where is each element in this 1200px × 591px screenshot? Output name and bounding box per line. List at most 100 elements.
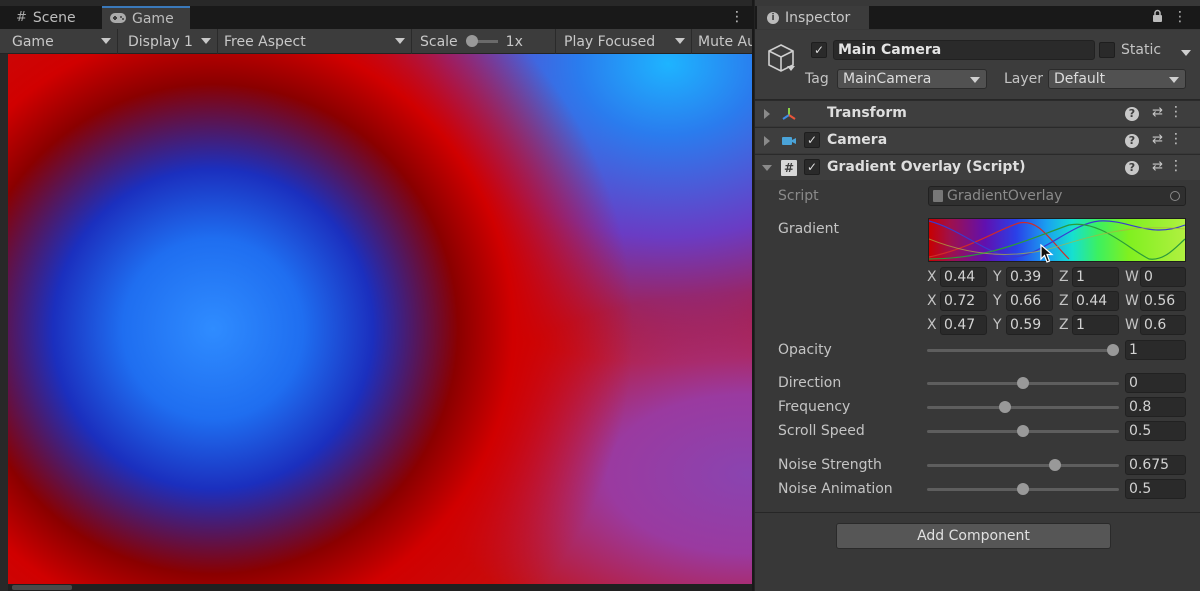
slider-knob[interactable] (1048, 459, 1061, 471)
axis-z-label: Z (1059, 293, 1069, 309)
gradient-preview[interactable] (928, 218, 1186, 262)
property-value-field[interactable]: 0.675 (1125, 455, 1186, 475)
property-value-field[interactable]: 0.5 (1125, 421, 1186, 441)
property-slider[interactable] (927, 425, 1119, 437)
object-name-field[interactable]: Main Camera (833, 40, 1095, 60)
property-value: 0 (1129, 375, 1138, 391)
foldout-arrow-icon[interactable] (764, 109, 770, 119)
presets-sliders-icon[interactable]: ⇄ (1152, 105, 1163, 120)
vector-x-field[interactable]: 0.72 (940, 291, 987, 311)
scale-slider-knob[interactable] (465, 35, 478, 47)
tab-scene[interactable]: # Scene (8, 6, 100, 29)
active-checkbox[interactable]: ✓ (811, 42, 827, 58)
foldout-arrow-icon[interactable] (764, 136, 770, 146)
axis-w-label: W (1125, 293, 1139, 309)
foldout-arrow-icon[interactable] (762, 165, 772, 171)
more-vertical-icon[interactable]: ⋮ (730, 9, 744, 25)
vector-z-field[interactable]: 1 (1072, 267, 1119, 287)
tag-value: MainCamera (843, 71, 932, 87)
help-icon[interactable]: ? (1125, 161, 1139, 175)
property-row: Noise Strength 0.675 (755, 455, 1200, 477)
vector-z-field[interactable]: 1 (1072, 315, 1119, 335)
vector-x-field[interactable]: 0.44 (940, 267, 987, 287)
icon-dropdown-caret[interactable] (787, 66, 795, 71)
more-vertical-icon[interactable]: ⋮ (1173, 9, 1187, 25)
presets-sliders-icon[interactable]: ⇄ (1152, 159, 1163, 174)
object-picker-icon[interactable] (1170, 191, 1180, 201)
property-value-field[interactable]: 0.5 (1125, 479, 1186, 499)
chevron-down-icon (970, 77, 980, 83)
scale-label: Scale (420, 33, 458, 50)
vector-w-field[interactable]: 0 (1140, 267, 1186, 287)
static-dropdown-caret[interactable] (1181, 50, 1191, 56)
layer-value: Default (1054, 71, 1106, 87)
property-slider[interactable] (927, 401, 1119, 413)
property-row: Noise Animation 0.5 (755, 479, 1200, 501)
tag-dropdown[interactable]: MainCamera (837, 69, 987, 89)
script-file-icon (933, 190, 943, 202)
vector-w-value: 0.56 (1144, 293, 1176, 309)
axis-w-label: W (1125, 317, 1139, 333)
aspect-dropdown[interactable]: Free Aspect (220, 29, 412, 54)
tab-game[interactable]: Game (102, 6, 190, 29)
mute-audio-toggle[interactable]: Mute Au (694, 29, 752, 54)
component-camera[interactable]: ✓ Camera ? ⇄ ⋮ (755, 127, 1200, 153)
property-slider[interactable] (927, 483, 1119, 495)
component-transform[interactable]: Transform ? ⇄ ⋮ (755, 100, 1200, 126)
vector-w-field[interactable]: 0.6 (1140, 315, 1186, 335)
help-icon[interactable]: ? (1125, 134, 1139, 148)
play-mode-dropdown[interactable]: Play Focused (560, 29, 692, 54)
more-vertical-icon[interactable]: ⋮ (1169, 131, 1183, 147)
slider-knob[interactable] (999, 401, 1011, 413)
more-vertical-icon[interactable]: ⋮ (1169, 158, 1183, 174)
tag-label: Tag (805, 71, 829, 87)
help-icon[interactable]: ? (1125, 107, 1139, 121)
script-enabled-checkbox[interactable]: ✓ (804, 159, 820, 175)
camera-enabled-checkbox[interactable]: ✓ (804, 132, 820, 148)
vector-y-value: 0.66 (1010, 293, 1042, 309)
add-component-button[interactable]: Add Component (836, 523, 1111, 549)
axis-x-label: X (927, 293, 937, 309)
component-gradient-overlay[interactable]: # ✓ Gradient Overlay (Script) ? ⇄ ⋮ (755, 154, 1200, 180)
lock-icon[interactable] (1152, 9, 1163, 25)
static-label: Static (1121, 42, 1162, 58)
chevron-down-icon (1169, 77, 1179, 83)
game-toolbar: Game Display 1 Free Aspect Scale 1x Play… (0, 29, 752, 54)
tab-inspector[interactable]: i Inspector (757, 6, 869, 29)
property-slider[interactable] (927, 459, 1119, 471)
horizontal-scrollbar[interactable] (8, 584, 752, 591)
property-row: Scroll Speed 0.5 (755, 421, 1200, 443)
vector-y-field[interactable]: 0.59 (1006, 315, 1053, 335)
vector-row: X 0.72 Y 0.66 Z 0.44 W 0.56 (755, 291, 1200, 313)
axis-y-label: Y (993, 293, 1002, 309)
property-value-field[interactable]: 0 (1125, 373, 1186, 393)
slider-knob[interactable] (1017, 377, 1029, 389)
property-slider[interactable] (927, 377, 1119, 389)
property-slider[interactable] (927, 344, 1119, 356)
vector-x-value: 0.72 (944, 293, 976, 309)
scale-slider[interactable] (465, 35, 498, 47)
vector-y-field[interactable]: 0.66 (1006, 291, 1053, 311)
scrollbar-thumb[interactable] (12, 585, 72, 590)
transform-icon (782, 108, 796, 120)
layer-dropdown[interactable]: Default (1048, 69, 1186, 89)
property-value: 0.675 (1129, 457, 1170, 473)
presets-sliders-icon[interactable]: ⇄ (1152, 132, 1163, 147)
more-vertical-icon[interactable]: ⋮ (1169, 104, 1183, 120)
scale-control: Scale 1x (416, 29, 556, 54)
display-dropdown[interactable]: Display 1 (124, 29, 218, 54)
vector-x-field[interactable]: 0.47 (940, 315, 987, 335)
property-value-field[interactable]: 1 (1125, 340, 1186, 360)
property-value-field[interactable]: 0.8 (1125, 397, 1186, 417)
static-checkbox[interactable] (1099, 42, 1115, 58)
game-mode-label: Game (12, 33, 54, 50)
grid-icon: # (16, 10, 27, 25)
game-viewport[interactable] (8, 54, 752, 584)
vector-w-field[interactable]: 0.56 (1140, 291, 1186, 311)
slider-knob[interactable] (1017, 483, 1029, 495)
slider-knob[interactable] (1017, 425, 1029, 437)
vector-z-field[interactable]: 0.44 (1072, 291, 1119, 311)
slider-knob[interactable] (1107, 344, 1119, 356)
vector-y-field[interactable]: 0.39 (1006, 267, 1053, 287)
game-mode-dropdown[interactable]: Game (8, 29, 118, 54)
